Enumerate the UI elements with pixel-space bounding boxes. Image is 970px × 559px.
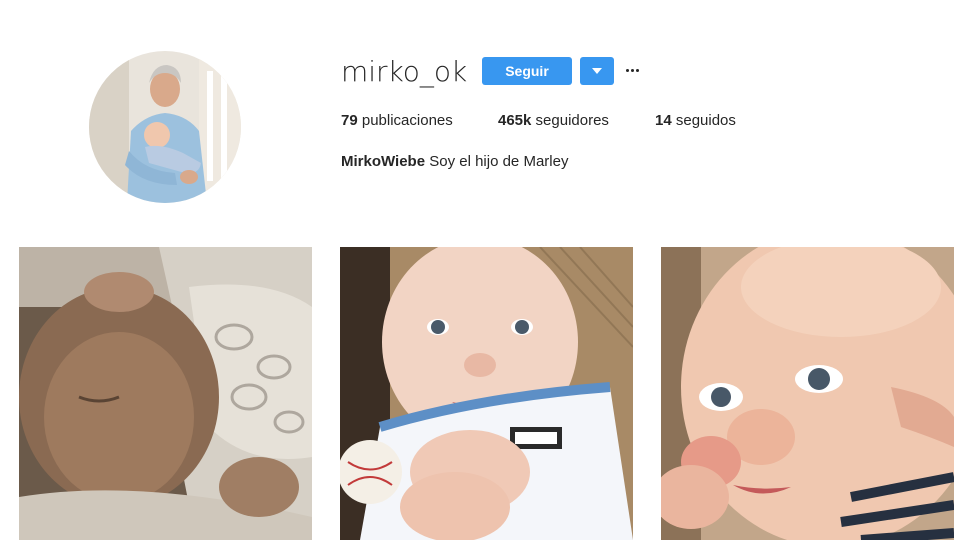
followers-label: seguidores [535, 112, 609, 129]
posts-count-label: publicaciones [361, 112, 453, 129]
following-label: seguidos [675, 112, 736, 129]
profile-bio: MirkoWiebe Soy el hijo de Marley [341, 152, 568, 172]
post-baby-closeup[interactable] [661, 247, 954, 540]
post-sleeping-baby[interactable] [19, 247, 312, 540]
profile-avatar[interactable] [89, 51, 241, 203]
posts-count-value: 79 [341, 112, 358, 129]
suggestions-dropdown-button[interactable] [580, 57, 614, 85]
following-link[interactable]: 14 seguidos [655, 111, 736, 131]
follow-button[interactable]: Seguir [482, 57, 572, 85]
followers-count-value: 465k [498, 112, 532, 129]
caret-down-icon [592, 68, 602, 74]
profile-full-name: MirkoWiebe [341, 153, 426, 170]
profile-bio-text: Soy el hijo de Marley [429, 153, 569, 170]
more-options-icon[interactable] [624, 62, 642, 80]
followers-link[interactable]: 465k seguidores [498, 111, 609, 131]
following-count-value: 14 [655, 112, 672, 129]
profile-page: mirko_ok Seguir 79 publicaciones 465k se… [0, 0, 970, 559]
profile-username: mirko_ok [341, 55, 468, 88]
post-baby-bib[interactable] [340, 247, 633, 540]
posts-count: 79 publicaciones [341, 111, 453, 131]
